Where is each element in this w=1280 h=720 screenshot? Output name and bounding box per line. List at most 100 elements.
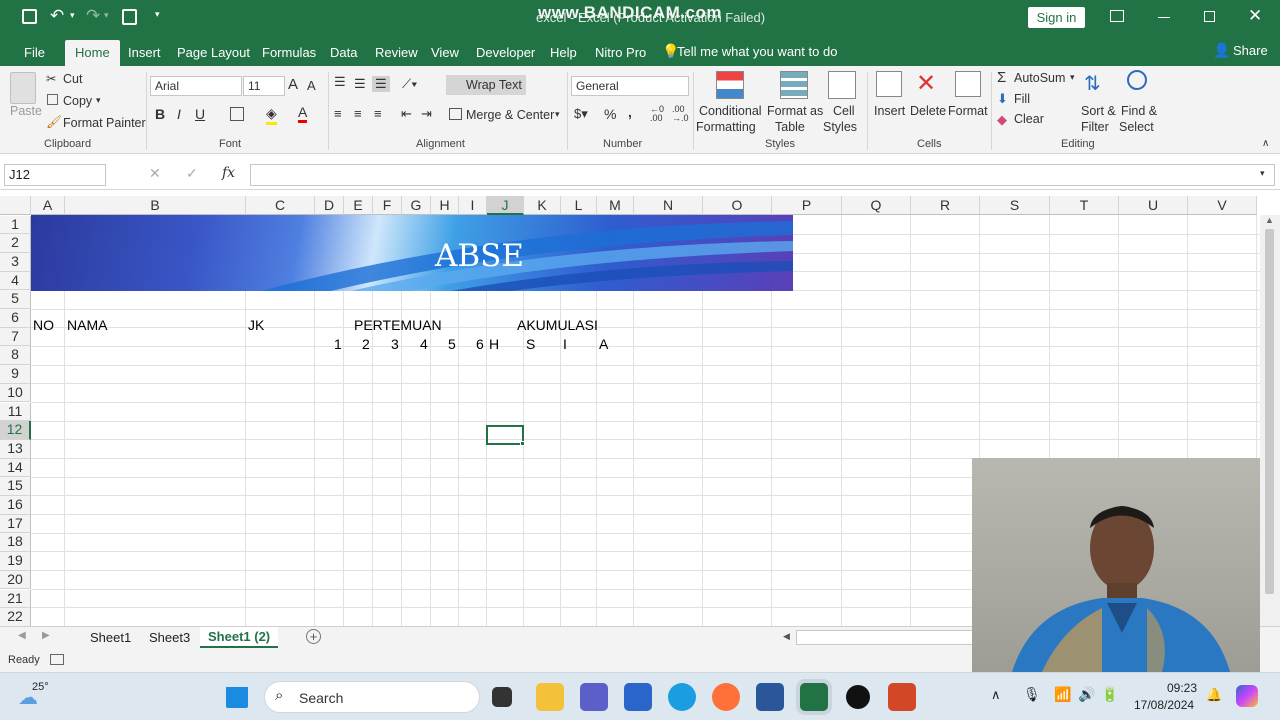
cell-styles-label2[interactable]: Styles <box>823 120 857 134</box>
horizontal-scrollbar[interactable] <box>796 630 976 645</box>
excel-icon[interactable] <box>800 683 828 711</box>
row-header[interactable]: 14 <box>0 458 31 478</box>
comma-button[interactable]: , <box>628 104 632 120</box>
redo-icon[interactable]: ↷ <box>86 6 100 26</box>
delete-cells-button[interactable]: Delete <box>910 104 946 118</box>
column-header-l[interactable]: L <box>561 196 597 215</box>
cell-no-header[interactable]: NO <box>33 317 54 333</box>
conditional-formatting-button[interactable]: Conditional <box>699 104 762 118</box>
selected-cell[interactable] <box>486 425 524 445</box>
row-header[interactable]: 4 <box>0 271 31 291</box>
column-header-j[interactable]: J <box>487 196 524 215</box>
middle-align-icon[interactable]: ☰ <box>354 76 366 92</box>
currency-icon[interactable]: $▾ <box>574 106 588 122</box>
start-icon[interactable] <box>226 686 248 708</box>
column-header-g[interactable]: G <box>402 196 431 215</box>
cell-akumulasi-code[interactable]: A <box>599 336 608 352</box>
cut-button[interactable]: Cut <box>63 72 82 86</box>
tab-view[interactable]: View <box>429 40 461 66</box>
row-header[interactable]: 15 <box>0 477 31 496</box>
column-header-t[interactable]: T <box>1050 196 1119 215</box>
bottom-align-icon[interactable]: ☰ <box>372 76 390 92</box>
find-select-label2[interactable]: Select <box>1119 120 1154 134</box>
scroll-tabs-left-icon[interactable]: ◀ <box>18 630 26 641</box>
sort-filter-button[interactable]: Sort & <box>1081 104 1116 118</box>
task-view-icon[interactable] <box>492 687 512 707</box>
undo-icon[interactable]: ↶ <box>50 6 64 26</box>
row-header[interactable]: 2 <box>0 234 31 253</box>
wifi-icon[interactable]: 📶 <box>1054 686 1071 703</box>
tab-developer[interactable]: Developer <box>474 40 537 66</box>
orientation-icon[interactable]: ⟋▾ <box>402 76 417 92</box>
cell-meeting-number[interactable]: 4 <box>420 336 428 352</box>
fill-handle[interactable] <box>520 441 525 446</box>
volume-icon[interactable]: 🔊 <box>1078 686 1095 703</box>
column-header-i[interactable]: I <box>459 196 487 215</box>
sign-in-button[interactable]: Sign in <box>1028 7 1085 28</box>
row-header[interactable]: 7 <box>0 327 31 347</box>
tab-file[interactable]: File <box>22 40 47 66</box>
horizontal-scroll-left-icon[interactable]: ◀ <box>783 631 790 642</box>
minimize-icon[interactable] <box>1158 17 1170 18</box>
column-header-m[interactable]: M <box>597 196 634 215</box>
bandicam-record-icon[interactable] <box>846 685 870 709</box>
row-header[interactable]: 1 <box>0 215 31 235</box>
merge-dropdown-icon[interactable]: ▾ <box>555 109 560 120</box>
wrap-text-button[interactable]: Wrap Text <box>446 75 526 95</box>
row-header[interactable]: 20 <box>0 570 31 590</box>
column-header-o[interactable]: O <box>703 196 772 215</box>
align-left-icon[interactable]: ≡ <box>334 106 342 121</box>
cell-akumulasi-code[interactable]: H <box>489 336 499 352</box>
row-header[interactable]: 18 <box>0 533 31 553</box>
row-header[interactable]: 19 <box>0 552 31 571</box>
decrease-indent-icon[interactable]: ⇤ <box>401 106 412 122</box>
sheet-tab-active[interactable]: Sheet1 (2) <box>200 627 279 649</box>
row-header[interactable]: 16 <box>0 496 31 515</box>
firefox-icon[interactable] <box>712 683 740 711</box>
column-header-f[interactable]: F <box>373 196 402 215</box>
share-button[interactable]: Share <box>1233 43 1268 58</box>
undo-dropdown-icon[interactable]: ▾ <box>70 10 75 21</box>
microsoft-store-icon[interactable] <box>624 683 652 711</box>
increase-font-icon[interactable]: A <box>288 76 298 93</box>
notification-icon[interactable]: 🔔 <box>1206 687 1222 703</box>
name-box[interactable]: J12 <box>4 164 106 186</box>
font-color-icon[interactable]: A <box>298 104 308 123</box>
row-header[interactable]: 9 <box>0 365 31 384</box>
column-header-u[interactable]: U <box>1119 196 1188 215</box>
tell-me-search[interactable]: Tell me what you want to do <box>677 44 837 59</box>
cell-styles-button[interactable]: Cell <box>833 104 855 118</box>
tab-formulas[interactable]: Formulas <box>260 40 318 66</box>
cell-nama-header[interactable]: NAMA <box>67 317 107 333</box>
percent-button[interactable]: % <box>604 106 616 122</box>
column-header-e[interactable]: E <box>344 196 373 215</box>
clock-date[interactable]: 17/08/2024 <box>1134 698 1194 712</box>
clear-button[interactable]: Clear <box>1014 112 1044 126</box>
tab-help[interactable]: Help <box>548 40 579 66</box>
close-icon[interactable]: ✕ <box>1248 6 1262 26</box>
autosum-dropdown-icon[interactable]: ▾ <box>1070 72 1075 83</box>
row-header[interactable]: 5 <box>0 290 31 309</box>
column-header-v[interactable]: V <box>1188 196 1257 215</box>
scroll-thumb[interactable] <box>1265 229 1274 594</box>
row-header[interactable]: 6 <box>0 309 31 328</box>
show-hidden-icons[interactable]: ∧ <box>991 687 1001 703</box>
format-cells-button[interactable]: Format <box>948 104 988 118</box>
conditional-formatting-label2[interactable]: Formatting <box>696 120 756 134</box>
save-icon[interactable] <box>22 9 37 24</box>
word-icon[interactable] <box>756 683 784 711</box>
copy-dropdown-icon[interactable]: ▾ <box>96 95 101 106</box>
insert-function-button[interactable]: fx <box>222 165 235 181</box>
row-header[interactable]: 17 <box>0 514 31 534</box>
cell-meeting-number[interactable]: 5 <box>448 336 456 352</box>
teams-icon[interactable] <box>580 683 608 711</box>
bold-button[interactable]: B <box>155 106 165 122</box>
column-header-p[interactable]: P <box>772 196 842 215</box>
cell-akumulasi-code[interactable]: I <box>563 336 567 352</box>
powerpoint-icon[interactable] <box>888 683 916 711</box>
fill-color-icon[interactable]: ◈ <box>266 105 277 125</box>
scroll-up-icon[interactable]: ▲ <box>1265 215 1274 225</box>
align-center-icon[interactable]: ≡ <box>354 106 362 121</box>
weather-temp[interactable]: 25° <box>32 681 49 693</box>
maximize-icon[interactable] <box>1204 11 1215 22</box>
